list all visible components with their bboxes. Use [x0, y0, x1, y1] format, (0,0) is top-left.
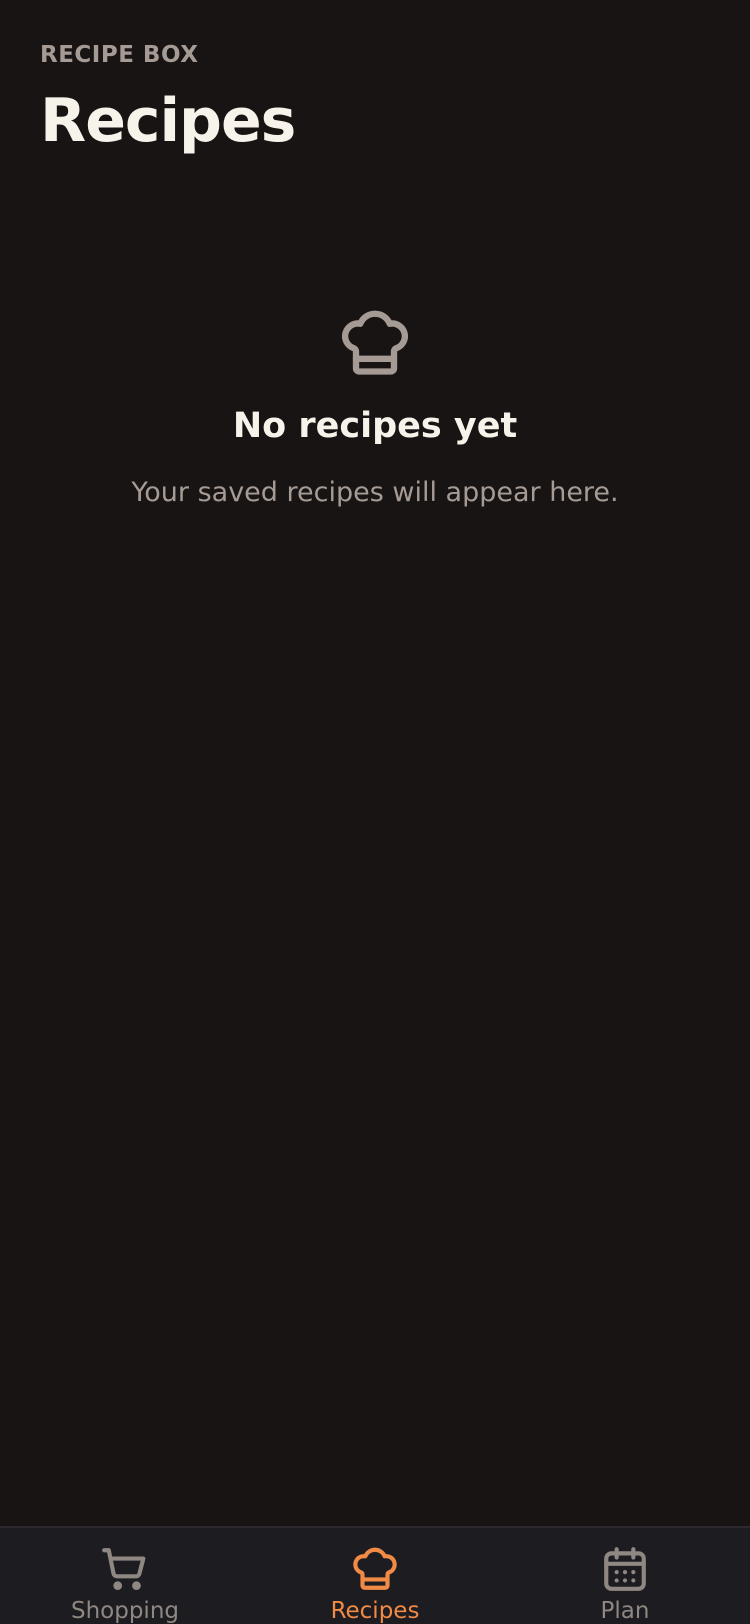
- tab-shopping[interactable]: Shopping: [0, 1528, 250, 1624]
- tab-recipes[interactable]: Recipes: [250, 1528, 500, 1624]
- empty-state-title: No recipes yet: [232, 406, 518, 446]
- empty-state-subtitle: Your saved recipes will appear here.: [131, 477, 619, 508]
- bottom-tab-bar: Shopping Recipes Plan: [0, 1526, 750, 1624]
- chef-hat-icon: [353, 1547, 397, 1590]
- calendar-icon: [604, 1547, 646, 1591]
- shopping-cart-icon: [102, 1548, 146, 1591]
- empty-state: No recipes yet Your saved recipes will a…: [0, 305, 750, 511]
- page-title: Recipes: [40, 86, 296, 156]
- page-header: RECIPE BOX Recipes: [40, 40, 296, 156]
- tab-plan[interactable]: Plan: [500, 1528, 750, 1624]
- tab-label: Plan: [600, 1598, 650, 1624]
- chef-hat-icon: [341, 310, 409, 375]
- tab-label: Recipes: [330, 1598, 420, 1624]
- section-eyebrow: RECIPE BOX: [40, 42, 199, 68]
- tab-label: Shopping: [70, 1598, 179, 1624]
